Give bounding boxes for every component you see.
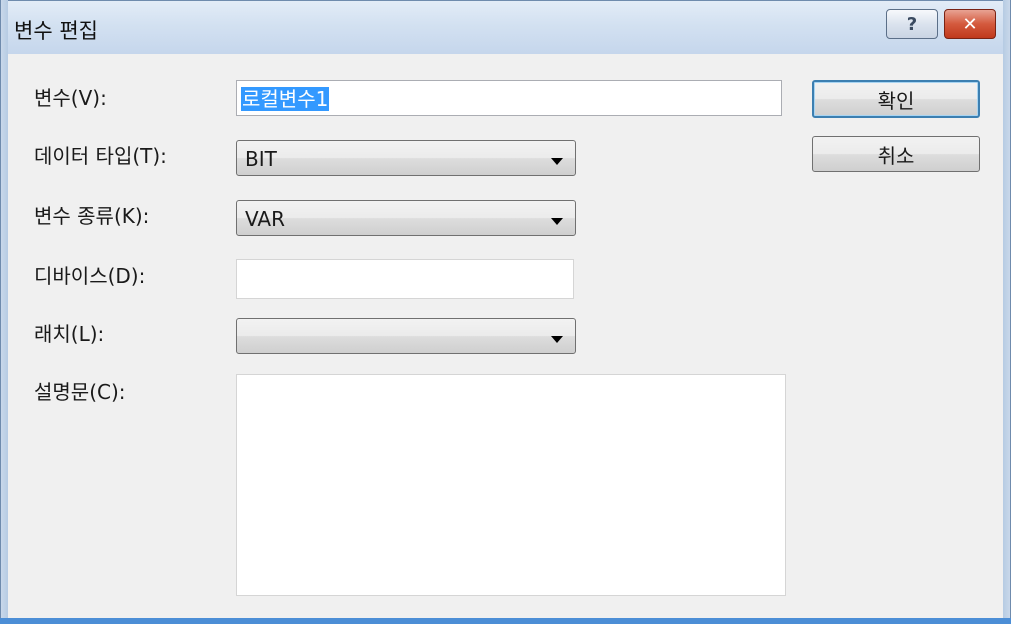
ok-button[interactable]: 확인 [812,80,980,118]
latch-combo[interactable] [236,318,576,354]
device-input[interactable] [236,259,574,299]
chevron-down-icon [551,158,563,165]
title-bar[interactable]: 변수 편집 ? ✕ [0,0,1011,54]
cancel-button[interactable]: 취소 [812,136,980,172]
dialog-body: 변수(V): 로컬변수1 데이터 타입(T): BIT 변수 종류(K): VA… [8,54,1003,618]
kind-label: 변수 종류(K): [34,204,150,228]
window-frame-left [0,0,8,624]
chevron-down-icon [551,336,563,343]
variable-input[interactable]: 로컬변수1 [236,80,782,116]
variable-label: 변수(V): [34,86,107,110]
close-button[interactable]: ✕ [944,9,996,39]
cancel-button-label: 취소 [877,143,915,168]
kind-value: VAR [245,207,285,231]
datatype-label: 데이터 타입(T): [34,144,167,168]
comment-textarea[interactable] [236,374,786,596]
help-button[interactable]: ? [886,9,938,39]
window-frame-bottom [0,618,1011,624]
window-frame-right [1003,0,1011,624]
ok-button-label: 확인 [877,88,915,113]
comment-label: 설명문(C): [34,380,126,404]
close-icon: ✕ [962,13,978,35]
datatype-value: BIT [245,147,277,171]
help-icon: ? [906,13,918,35]
edit-variable-dialog: 변수 편집 ? ✕ 변수(V): 로컬변수1 데이터 타입(T): BIT 변수… [0,0,1011,624]
device-label: 디바이스(D): [34,264,146,288]
kind-combo[interactable]: VAR [236,200,576,236]
chevron-down-icon [551,218,563,225]
latch-label: 래치(L): [34,322,105,346]
datatype-combo[interactable]: BIT [236,140,576,176]
dialog-title: 변수 편집 [14,19,98,43]
variable-value: 로컬변수1 [241,87,330,111]
